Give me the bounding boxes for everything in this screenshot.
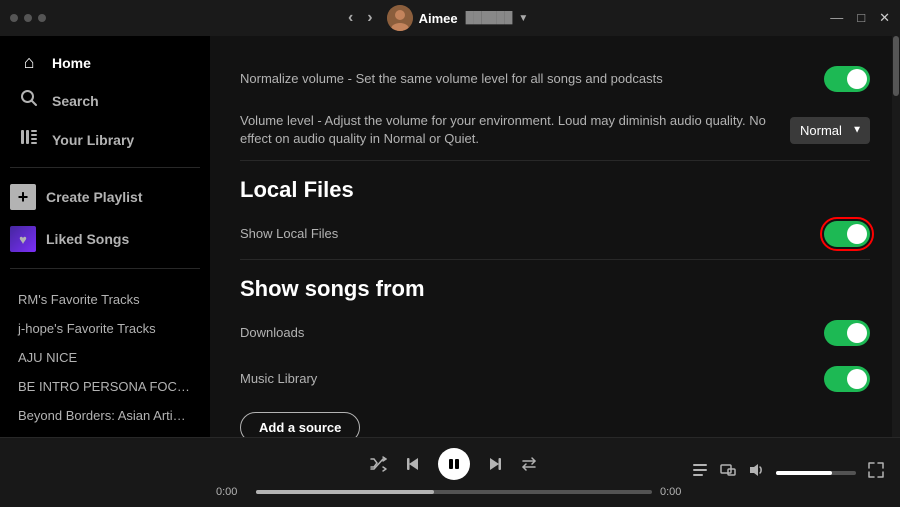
nav-back[interactable]: ‹: [348, 9, 353, 27]
music-library-toggle[interactable]: [824, 366, 870, 392]
time-start: 0:00: [216, 486, 248, 498]
scrollbar-track[interactable]: [892, 36, 900, 437]
show-songs-from-header: Show songs from: [240, 276, 870, 302]
show-songs-from-section: Show songs from Downloads Music Library …: [240, 276, 870, 437]
local-files-header: Local Files: [240, 177, 870, 203]
sidebar-label-library: Your Library: [52, 132, 134, 148]
progress-bar-fill: [256, 490, 434, 494]
show-local-files-knob: [847, 224, 867, 244]
user-name-blurred: ██████: [466, 12, 513, 24]
player-bar: 0:00 0:00: [0, 437, 900, 507]
downloads-toggle[interactable]: [824, 320, 870, 346]
downloads-row: Downloads: [240, 310, 870, 356]
maximize-button[interactable]: □: [857, 10, 865, 26]
downloads-label: Downloads: [240, 324, 304, 342]
title-bar: ‹ › Aimee ██████ ▼ — □ ✕: [0, 0, 900, 36]
volume-level-row: Volume level - Adjust the volume for you…: [240, 102, 870, 158]
player-controls: 0:00 0:00: [216, 448, 692, 498]
repeat-button[interactable]: [520, 455, 538, 473]
shuffle-button[interactable]: [370, 455, 388, 473]
liked-songs-icon: ♥: [10, 226, 36, 252]
main-layout: ⌂ Home Search: [0, 36, 900, 437]
next-button[interactable]: [486, 455, 504, 473]
sidebar-item-home[interactable]: ⌂ Home: [8, 44, 202, 81]
liked-songs-label: Liked Songs: [46, 231, 129, 247]
queue-icon[interactable]: [692, 462, 708, 483]
volume-level-text: Volume level - Adjust the volume for you…: [240, 112, 790, 148]
playlist-list: RM's Favorite Tracks j-hope's Favorite T…: [0, 281, 210, 429]
progress-bar[interactable]: [256, 490, 652, 494]
show-local-files-row: Show Local Files: [240, 211, 870, 257]
music-library-row: Music Library: [240, 356, 870, 402]
nav-forward[interactable]: ›: [367, 9, 372, 27]
previous-button[interactable]: [404, 455, 422, 473]
avatar: [387, 5, 413, 31]
settings-content: Normalize volume - Set the same volume l…: [210, 36, 900, 437]
create-playlist-item[interactable]: + Create Playlist: [0, 176, 210, 218]
playlist-item-1[interactable]: j-hope's Favorite Tracks: [0, 314, 210, 343]
music-library-knob: [847, 369, 867, 389]
player-progress: 0:00 0:00: [216, 486, 692, 498]
playlist-item-2[interactable]: AJU NICE: [0, 343, 210, 372]
play-pause-button[interactable]: [438, 448, 470, 480]
sidebar-divider-2: [10, 268, 200, 269]
user-menu[interactable]: Aimee ██████ ▼: [387, 5, 529, 31]
create-playlist-label: Create Playlist: [46, 189, 143, 205]
time-end: 0:00: [660, 486, 692, 498]
devices-icon[interactable]: [720, 462, 736, 483]
sidebar-item-library[interactable]: Your Library: [8, 120, 202, 159]
music-library-label: Music Library: [240, 370, 317, 388]
player-right: [692, 462, 884, 483]
normalize-volume-text: Normalize volume - Set the same volume l…: [240, 70, 663, 88]
title-bar-center: ‹ › Aimee ██████ ▼: [348, 5, 528, 31]
minimize-button[interactable]: —: [830, 10, 843, 26]
divider-1: [240, 160, 870, 161]
dot-2: [24, 14, 32, 22]
normalize-volume-toggle[interactable]: [824, 66, 870, 92]
normalize-volume-row: Normalize volume - Set the same volume l…: [240, 56, 870, 102]
user-name: Aimee: [419, 11, 458, 26]
scrollbar-thumb[interactable]: [893, 36, 899, 96]
sidebar-item-search[interactable]: Search: [8, 81, 202, 120]
search-icon: [18, 89, 40, 112]
library-icon: [18, 128, 40, 151]
playlist-item-4[interactable]: Beyond Borders: Asian Artist...: [0, 401, 210, 429]
playlist-item-3[interactable]: BE INTRO PERSONA FOCU...: [0, 372, 210, 401]
create-playlist-icon: +: [10, 184, 36, 210]
playlist-item-0[interactable]: RM's Favorite Tracks: [0, 285, 210, 314]
sidebar-nav: ⌂ Home Search: [0, 44, 210, 159]
window-dots: [10, 14, 46, 22]
volume-level-dropdown[interactable]: Quiet Normal Loud: [790, 117, 870, 144]
player-buttons: [370, 448, 538, 480]
add-source-button[interactable]: Add a source: [240, 412, 360, 437]
volume-bar-fill: [776, 471, 832, 475]
volume-bar[interactable]: [776, 471, 856, 475]
sidebar: ⌂ Home Search: [0, 36, 210, 437]
close-button[interactable]: ✕: [879, 10, 890, 26]
show-local-files-label: Show Local Files: [240, 225, 338, 243]
fullscreen-icon[interactable]: [868, 462, 884, 483]
downloads-knob: [847, 323, 867, 343]
window-controls[interactable]: — □ ✕: [830, 10, 890, 26]
liked-songs-item[interactable]: ♥ Liked Songs: [0, 218, 210, 260]
sidebar-label-search: Search: [52, 93, 99, 109]
home-icon: ⌂: [18, 52, 40, 73]
show-local-files-toggle[interactable]: [824, 221, 870, 247]
user-chevron-icon: ▼: [518, 13, 528, 24]
dot-1: [10, 14, 18, 22]
divider-2: [240, 259, 870, 260]
volume-icon[interactable]: [748, 462, 764, 483]
sidebar-label-home: Home: [52, 55, 91, 71]
volume-level-dropdown-wrapper: Quiet Normal Loud ▼: [790, 117, 870, 144]
dot-3: [38, 14, 46, 22]
sidebar-divider: [10, 167, 200, 168]
toggle-knob: [847, 69, 867, 89]
local-files-section: Local Files Show Local Files: [240, 177, 870, 257]
